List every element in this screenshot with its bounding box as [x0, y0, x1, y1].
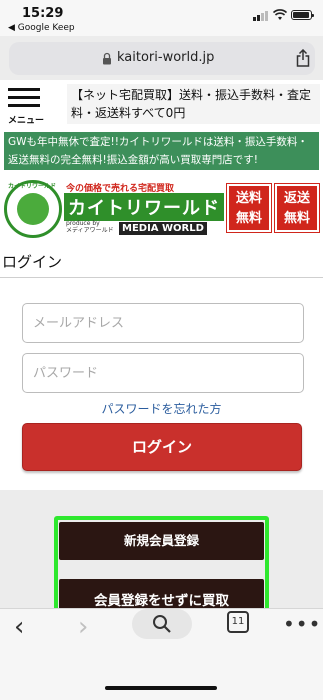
cellular-signal-icon: [253, 11, 269, 21]
menu-bar-3: [8, 104, 40, 107]
free-shipping-badge: 送料 無料: [226, 183, 272, 233]
menu-bar-1: [8, 88, 40, 91]
produce-by-sub: メディアワールド: [66, 227, 114, 234]
share-icon[interactable]: [296, 49, 310, 67]
produce-by-text: produce by: [66, 220, 100, 227]
back-arrow-icon[interactable]: ‹: [14, 612, 24, 642]
free-return-badge: 返送 無料: [274, 183, 320, 233]
notice-banner: GWも年中無休で査定!!カイトリワールドは送料・振込手数料・返送無料の完全無料!…: [4, 132, 319, 170]
address-bar[interactable]: kaitori-world.jp: [9, 42, 315, 75]
wifi-icon: [273, 9, 287, 20]
forgot-password-link[interactable]: パスワードを忘れた方: [0, 400, 323, 417]
badge2-line2: 無料: [283, 211, 310, 226]
produce-by-label: produce by メディアワールド: [66, 220, 114, 234]
badge2-line1: 返送: [283, 191, 310, 206]
tabs-button[interactable]: 11: [227, 611, 249, 633]
header-promo-text: 【ネット宅配買取】送料・振込手数料・査定料・返送料すべて0円: [67, 84, 320, 124]
status-bar: 15:29 ◀ Google Keep: [0, 0, 323, 36]
back-to-app-link[interactable]: ◀ Google Keep: [8, 23, 75, 33]
register-button[interactable]: 新規会員登録: [59, 522, 264, 560]
badge1-line1: 送料: [235, 191, 262, 206]
brand-name: カイトリワールド: [64, 193, 224, 221]
logo-text: カイトリワールド: [8, 183, 57, 190]
home-indicator: [105, 686, 217, 690]
forward-arrow-icon[interactable]: ›: [78, 612, 88, 642]
badge1-line2: 無料: [235, 211, 262, 226]
email-field[interactable]: [22, 303, 304, 343]
divider: [0, 277, 323, 278]
url-text: kaitori-world.jp: [117, 50, 215, 65]
status-time: 15:29: [22, 6, 64, 21]
search-button[interactable]: [132, 609, 192, 639]
password-field[interactable]: [22, 353, 304, 393]
lock-icon: [103, 52, 111, 65]
battery-icon: [291, 10, 314, 20]
media-world-logo: MEDIA WORLD: [119, 222, 207, 235]
logo-mascot-icon: [17, 193, 49, 225]
page-title: ログイン: [2, 253, 63, 271]
login-button[interactable]: ログイン: [22, 423, 302, 471]
search-icon: [153, 615, 171, 633]
menu-bar-2: [8, 96, 40, 99]
menu-label[interactable]: メニュー: [8, 113, 44, 126]
more-menu-icon[interactable]: •••: [283, 612, 321, 636]
